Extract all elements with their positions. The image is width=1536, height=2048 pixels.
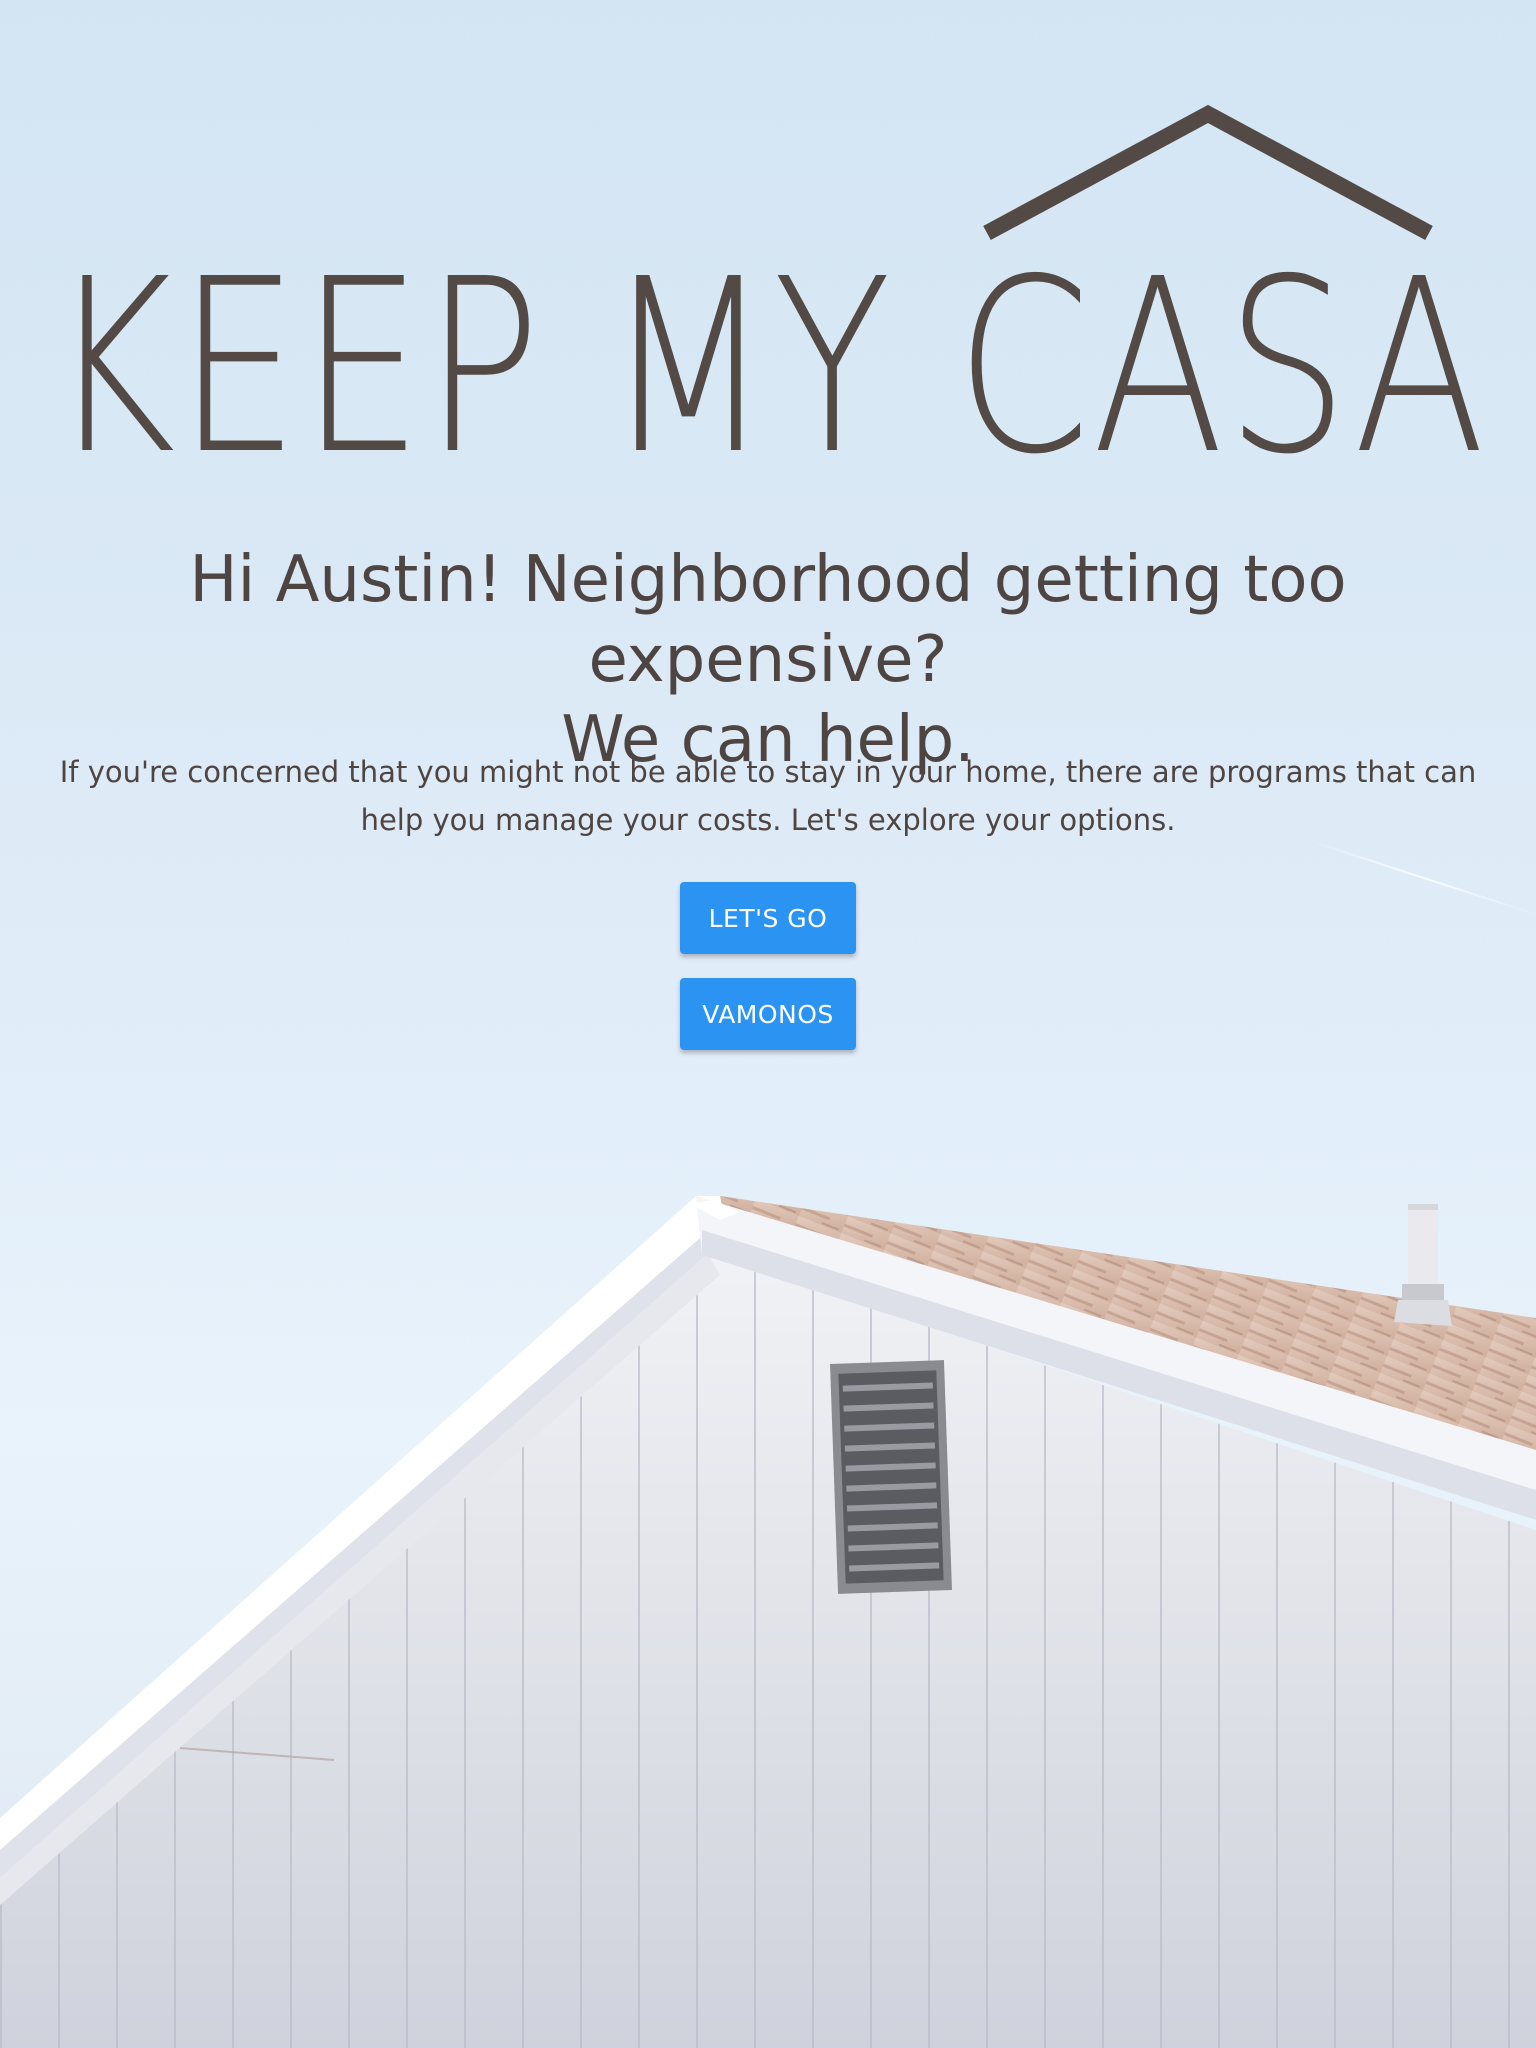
lets-go-button[interactable]: LET'S GO [680,882,856,954]
hero-description: If you're concerned that you might not b… [59,755,1477,837]
hero-headline: Hi Austin! Neighborhood getting too expe… [0,540,1536,780]
house-roof-logo-icon [983,104,1433,241]
vamonos-button[interactable]: VAMONOS [680,978,856,1050]
keep-my-casa-logo: KEEP MY CASA [49,104,1487,480]
headline-line-1: Hi Austin! Neighborhood getting too expe… [189,543,1347,697]
logo-text: KEEP MY CASA [49,227,1487,480]
